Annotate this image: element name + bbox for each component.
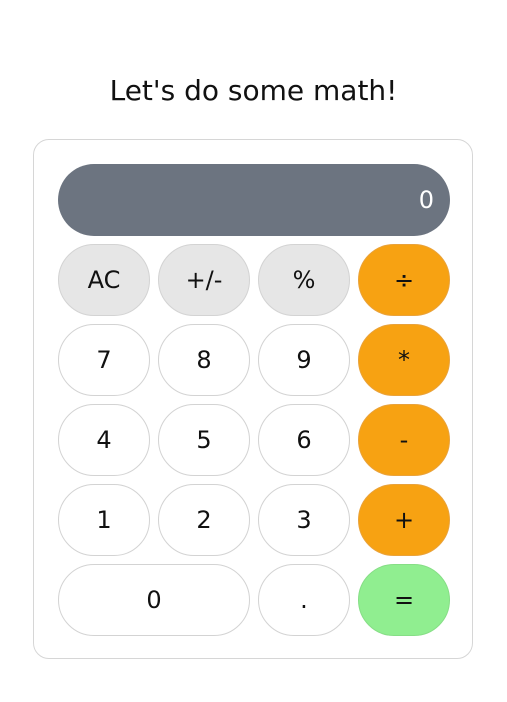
- digit-4-button[interactable]: 4: [58, 404, 150, 476]
- equals-button[interactable]: =: [358, 564, 450, 636]
- digit-2-button[interactable]: 2: [158, 484, 250, 556]
- calculator: 0 AC +/- % ÷ 7 8 9 * 4 5 6 - 1 2 3 + 0 .…: [33, 139, 473, 659]
- multiply-button[interactable]: *: [358, 324, 450, 396]
- plus-minus-button[interactable]: +/-: [158, 244, 250, 316]
- digit-1-button[interactable]: 1: [58, 484, 150, 556]
- percent-button[interactable]: %: [258, 244, 350, 316]
- digit-9-button[interactable]: 9: [258, 324, 350, 396]
- page-title: Let's do some math!: [109, 74, 398, 107]
- digit-8-button[interactable]: 8: [158, 324, 250, 396]
- add-button[interactable]: +: [358, 484, 450, 556]
- digit-6-button[interactable]: 6: [258, 404, 350, 476]
- decimal-button[interactable]: .: [258, 564, 350, 636]
- calculator-display: 0: [58, 164, 450, 236]
- divide-button[interactable]: ÷: [358, 244, 450, 316]
- keypad: AC +/- % ÷ 7 8 9 * 4 5 6 - 1 2 3 + 0 . =: [58, 244, 450, 636]
- all-clear-button[interactable]: AC: [58, 244, 150, 316]
- digit-7-button[interactable]: 7: [58, 324, 150, 396]
- digit-0-button[interactable]: 0: [58, 564, 250, 636]
- digit-5-button[interactable]: 5: [158, 404, 250, 476]
- digit-3-button[interactable]: 3: [258, 484, 350, 556]
- subtract-button[interactable]: -: [358, 404, 450, 476]
